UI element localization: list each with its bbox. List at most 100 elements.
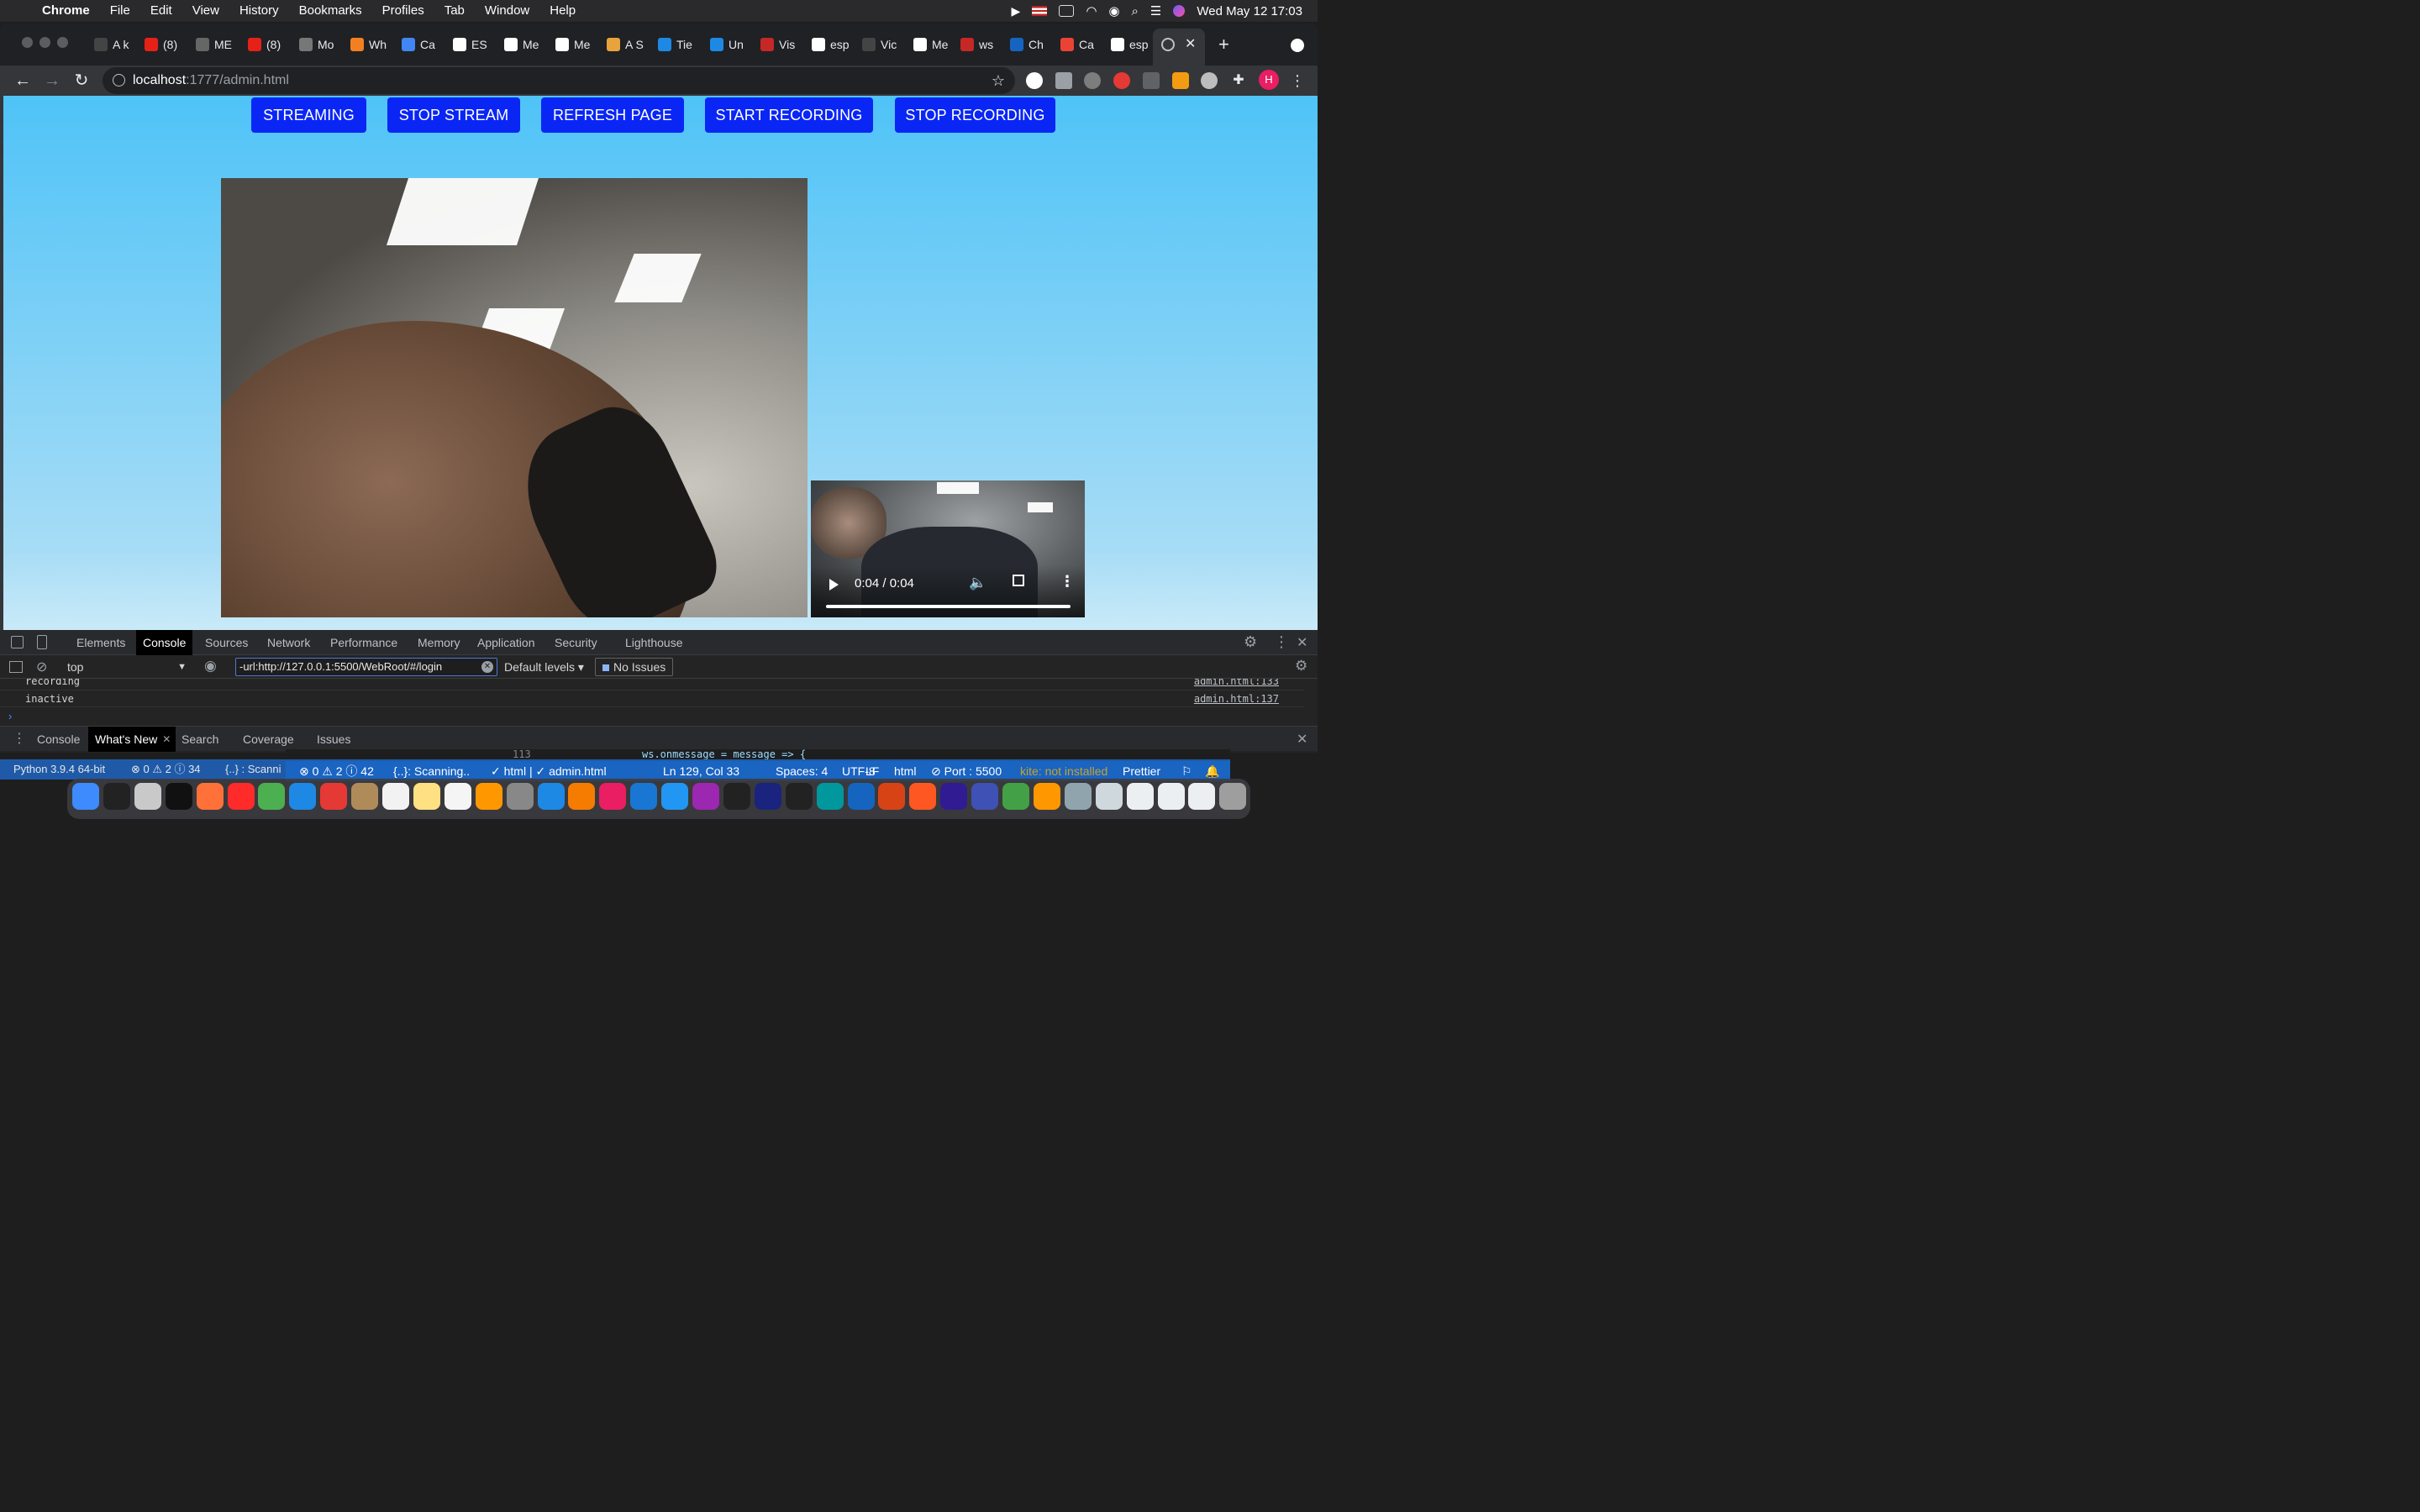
dock-app-icon[interactable]: [134, 783, 161, 810]
extension-icon-3[interactable]: [1084, 72, 1101, 89]
menu-file[interactable]: File: [100, 0, 140, 22]
devtools-tab-security[interactable]: Security: [548, 630, 604, 655]
dock-app-icon[interactable]: [816, 783, 844, 810]
browser-tab[interactable]: Mo: [299, 35, 334, 54]
dock-app-icon[interactable]: [196, 783, 224, 810]
menu-view[interactable]: View: [182, 0, 229, 22]
drawer-tab-search[interactable]: Search: [175, 727, 225, 752]
control-center-icon[interactable]: ☰: [1150, 3, 1161, 18]
refresh-page-button[interactable]: REFRESH PAGE: [541, 97, 684, 133]
dock-app-icon[interactable]: [165, 783, 192, 810]
dock-app-icon[interactable]: [320, 783, 348, 810]
dock-app-icon[interactable]: [1219, 783, 1247, 810]
drawer-tab-issues[interactable]: Issues: [310, 727, 357, 752]
dock-app-icon[interactable]: [72, 783, 99, 810]
extension-icon-2[interactable]: [1055, 72, 1072, 89]
extension-icon-1[interactable]: [1026, 72, 1043, 89]
clear-filter-icon[interactable]: ✕: [481, 661, 493, 673]
drawer-tab-console[interactable]: Console: [30, 727, 87, 752]
dock-app-icon[interactable]: [971, 783, 999, 810]
dock-app-icon[interactable]: [723, 783, 750, 810]
browser-tab[interactable]: ME: [196, 35, 232, 54]
console-prompt[interactable]: ›: [0, 708, 1304, 725]
browser-tab[interactable]: Un: [710, 35, 744, 54]
dock-app-icon[interactable]: [1033, 783, 1060, 810]
battery-icon[interactable]: [1059, 5, 1075, 17]
extension-icon-5[interactable]: [1143, 72, 1160, 89]
clear-console-icon[interactable]: ⊘: [36, 659, 47, 675]
menu-bookmarks[interactable]: Bookmarks: [289, 0, 372, 22]
devtools-tab-sources[interactable]: Sources: [198, 630, 255, 655]
more-options-icon[interactable]: ⋮: [1060, 573, 1075, 591]
issues-button[interactable]: No Issues: [595, 658, 674, 676]
site-info-icon[interactable]: [113, 74, 125, 87]
tab-search-icon[interactable]: [1291, 39, 1304, 52]
tab-active[interactable]: ✕: [1153, 29, 1205, 66]
address-bar[interactable]: localhost:1777/admin.html ☆: [103, 67, 1015, 94]
console-source-link[interactable]: admin.html:133: [1194, 679, 1279, 686]
devtools-tab-network[interactable]: Network: [260, 630, 317, 655]
browser-tab[interactable]: Me: [913, 35, 948, 54]
dock-app-icon[interactable]: [847, 783, 875, 810]
dock-app-icon[interactable]: [692, 783, 719, 810]
menu-app-name[interactable]: Chrome: [37, 0, 100, 22]
browser-tab[interactable]: Me: [555, 35, 590, 54]
dock-app-icon[interactable]: [103, 783, 130, 810]
console-source-link[interactable]: admin.html:137: [1194, 690, 1279, 707]
browser-tab[interactable]: Ca: [402, 35, 435, 54]
close-drawer-tab-icon[interactable]: ✕: [162, 727, 171, 752]
siri-icon[interactable]: [1173, 5, 1186, 17]
inspect-element-icon[interactable]: [11, 636, 24, 648]
drawer-tab-whats-new[interactable]: What's New ✕: [88, 727, 176, 752]
stop-recording-button[interactable]: STOP RECORDING: [895, 97, 1055, 133]
browser-tab[interactable]: Vis: [760, 35, 795, 54]
dock-app-icon[interactable]: [351, 783, 379, 810]
browser-tab[interactable]: ES: [453, 35, 487, 54]
fullscreen-icon[interactable]: [1013, 575, 1024, 586]
play-status-icon[interactable]: ▶: [1012, 4, 1021, 18]
spotlight-search-icon[interactable]: ⌕: [1132, 4, 1139, 18]
devtools-tab-performance[interactable]: Performance: [324, 630, 404, 655]
chrome-menu-icon[interactable]: ⋮: [1289, 72, 1306, 89]
browser-tab[interactable]: ws: [960, 35, 993, 54]
sidebar-toggle-icon[interactable]: [9, 661, 23, 673]
dock-app-icon[interactable]: [1188, 783, 1216, 810]
dock-app-icon[interactable]: [1002, 783, 1029, 810]
video-progress-bar[interactable]: [826, 605, 1071, 608]
zoom-window-icon[interactable]: [57, 37, 68, 48]
menu-profiles[interactable]: Profiles: [372, 0, 434, 22]
puzzle-extensions-icon[interactable]: ✚: [1230, 72, 1247, 89]
devtools-tab-application[interactable]: Application: [471, 630, 542, 655]
python-interpreter[interactable]: Python 3.9.4 64-bit: [13, 759, 105, 780]
dock-app-icon[interactable]: [413, 783, 440, 810]
menu-tab[interactable]: Tab: [434, 0, 475, 22]
close-tab-icon[interactable]: ✕: [1185, 35, 1196, 52]
devtools-tab-lighthouse[interactable]: Lighthouse: [618, 630, 690, 655]
console-settings-icon[interactable]: ⚙: [1295, 658, 1307, 675]
menu-history[interactable]: History: [229, 0, 289, 22]
menu-help[interactable]: Help: [539, 0, 586, 22]
start-recording-button[interactable]: START RECORDING: [705, 97, 873, 133]
devtools-tab-elements[interactable]: Elements: [70, 630, 132, 655]
browser-tab[interactable]: Wh: [350, 35, 387, 54]
bookmark-star-icon[interactable]: ☆: [992, 67, 1005, 94]
dock-app-icon[interactable]: [537, 783, 565, 810]
browser-tab[interactable]: Ca: [1060, 35, 1094, 54]
devtools-tab-memory[interactable]: Memory: [411, 630, 467, 655]
dock-app-icon[interactable]: [506, 783, 534, 810]
console-filter-input[interactable]: -url:http://127.0.0.1:5500/WebRoot/#/log…: [235, 658, 497, 676]
dock-app-icon[interactable]: [878, 783, 906, 810]
live-expression-eye-icon[interactable]: ◉: [204, 658, 217, 675]
menu-window[interactable]: Window: [475, 0, 539, 22]
recorded-video-player[interactable]: 0:04 / 0:04 🔈 ⋮: [811, 480, 1085, 617]
extension-icon-4[interactable]: [1113, 72, 1130, 89]
devtools-settings-icon[interactable]: ⚙: [1244, 633, 1257, 651]
dock-app-icon[interactable]: [1095, 783, 1123, 810]
reload-icon[interactable]: ↻: [70, 69, 93, 92]
browser-tab[interactable]: esp: [812, 35, 850, 54]
browser-tab[interactable]: A S: [607, 35, 644, 54]
devtools-close-icon[interactable]: ✕: [1297, 634, 1307, 651]
browser-tab[interactable]: (8): [248, 35, 281, 54]
browser-tab[interactable]: Tie: [658, 35, 692, 54]
browser-tab[interactable]: esp: [1111, 35, 1149, 54]
